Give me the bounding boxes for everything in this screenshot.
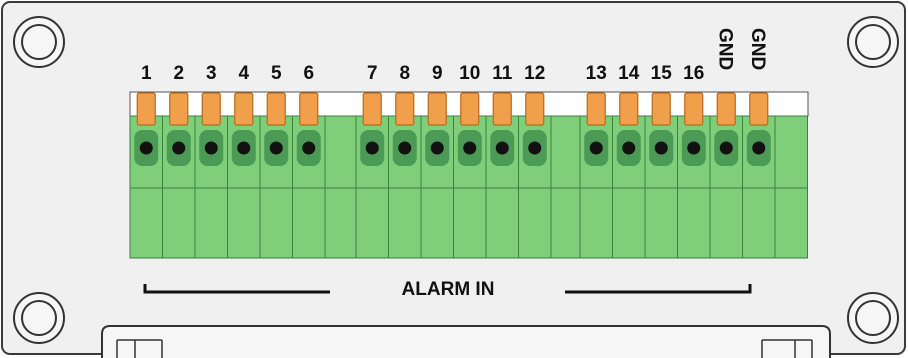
alarm-in-title: ALARM IN [402,279,495,300]
pin-label-3: 3 [206,63,217,84]
mounting-hole-top-left [13,16,65,68]
bottom-connector-frame [101,325,831,358]
pin-label-17: GND [714,28,735,70]
pin-label-16: 16 [683,63,704,84]
mounting-hole-bottom-left [13,292,65,344]
pin-label-8: 8 [399,63,410,84]
pin-label-9: 9 [432,63,443,84]
pin-label-15: 15 [651,63,673,84]
pin-label-1: 1 [141,63,152,84]
pin-label-11: 11 [492,63,513,84]
pin-label-6: 6 [303,63,314,84]
pin-label-7: 7 [367,63,378,84]
pin-label-5: 5 [271,63,282,84]
connector-diagram: 1 2 3 4 5 6 7 8 9 10 11 12 13 14 15 16GND GND ALARM IN [1,1,906,358]
pin-label-4: 4 [238,63,249,84]
pin-label-2: 2 [173,63,184,84]
mounting-hole-bottom-right [847,292,899,344]
terminal-blocks [129,92,808,259]
mounting-hole-top-right [847,16,899,68]
pin-label-13: 13 [586,63,607,84]
pin-label-14: 14 [618,63,640,84]
alarm-in-terminal-panel: 1 2 3 4 5 6 7 8 9 10 11 12 13 14 15 16 GND GND ALARM IN [0,0,908,358]
pin-label-18: GND [747,28,768,70]
pin-label-10: 10 [459,63,480,84]
pin-label-12: 12 [524,63,545,84]
